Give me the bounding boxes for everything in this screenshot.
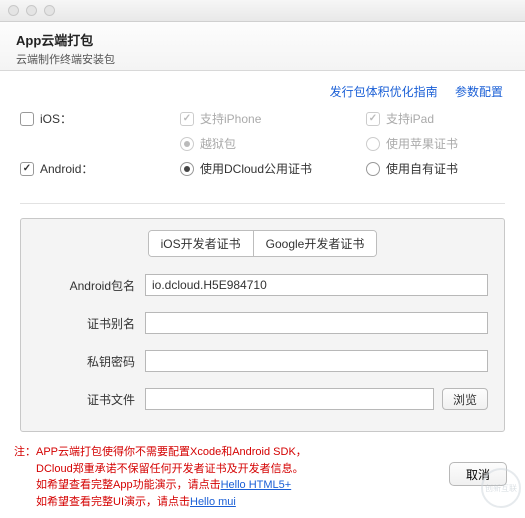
traffic-light-minimize[interactable]	[26, 5, 37, 16]
label-jailbreak: 越狱包	[200, 135, 236, 152]
radio-apple-cert	[366, 137, 380, 151]
label-cert-alias: 证书别名	[37, 315, 145, 332]
link-hello-mui[interactable]: Hello mui	[190, 496, 236, 508]
input-android-package[interactable]	[145, 274, 488, 296]
traffic-light-close[interactable]	[8, 5, 19, 16]
dialog-title: App云端打包	[16, 30, 509, 49]
tab-google-cert[interactable]: Google开发者证书	[253, 231, 377, 256]
dialog-subtitle: 云端制作终端安装包	[16, 51, 509, 67]
platform-options: iOS： 支持iPhone 支持iPad 越狱包 使用苹果证书 Android：	[0, 108, 525, 197]
note-line3: 如希望查看完整App功能演示，请点击	[36, 479, 221, 491]
label-ios: iOS：	[40, 110, 72, 127]
link-size-guide[interactable]: 发行包体积优化指南	[330, 85, 438, 99]
cancel-button[interactable]: 取消	[449, 462, 507, 486]
checkbox-ipad	[366, 112, 380, 126]
tab-ios-cert[interactable]: iOS开发者证书	[149, 231, 253, 256]
traffic-light-zoom[interactable]	[44, 5, 55, 16]
input-cert-file[interactable]	[145, 388, 434, 410]
note-line2: DCloud郑重承诺不保留任何开发者证书及开发者信息。	[36, 463, 304, 475]
top-links: 发行包体积优化指南 参数配置	[0, 71, 525, 108]
radio-jailbreak	[180, 137, 194, 151]
label-apple-cert: 使用苹果证书	[386, 135, 458, 152]
input-key-password[interactable]	[145, 350, 488, 372]
separator	[20, 203, 505, 204]
label-own-cert: 使用自有证书	[386, 160, 458, 177]
checkbox-ios[interactable]	[20, 112, 34, 126]
dialog-header: App云端打包 云端制作终端安装包	[0, 22, 525, 71]
checkbox-android[interactable]	[20, 162, 34, 176]
label-dcloud-cert: 使用DCloud公用证书	[200, 160, 312, 177]
cert-form-panel: iOS开发者证书 Google开发者证书 Android包名 证书别名 私钥密码…	[20, 218, 505, 432]
cert-tabs: iOS开发者证书 Google开发者证书	[148, 230, 378, 257]
note-line1: APP云端打包使得你不需要配置Xcode和Android SDK，	[36, 446, 307, 458]
input-cert-alias[interactable]	[145, 312, 488, 334]
label-android-package: Android包名	[37, 277, 145, 294]
label-cert-file: 证书文件	[37, 391, 145, 408]
link-param-config[interactable]: 参数配置	[455, 85, 503, 99]
browse-button[interactable]: 浏览	[442, 388, 488, 410]
link-hello-html5[interactable]: Hello HTML5+	[221, 479, 292, 491]
window-titlebar	[0, 0, 525, 22]
radio-dcloud-cert[interactable]	[180, 162, 194, 176]
label-android: Android：	[40, 160, 93, 177]
label-iphone: 支持iPhone	[200, 110, 261, 127]
radio-own-cert[interactable]	[366, 162, 380, 176]
note-line4: 如希望查看完整UI演示，请点击	[36, 496, 190, 508]
footer-note: 注：APP云端打包使得你不需要配置Xcode和Android SDK， 注：DC…	[8, 444, 441, 510]
label-key-password: 私钥密码	[37, 353, 145, 370]
note-prefix: 注：	[14, 446, 36, 458]
footer: 注：APP云端打包使得你不需要配置Xcode和Android SDK， 注：DC…	[0, 434, 525, 518]
label-ipad: 支持iPad	[386, 110, 434, 127]
checkbox-iphone	[180, 112, 194, 126]
